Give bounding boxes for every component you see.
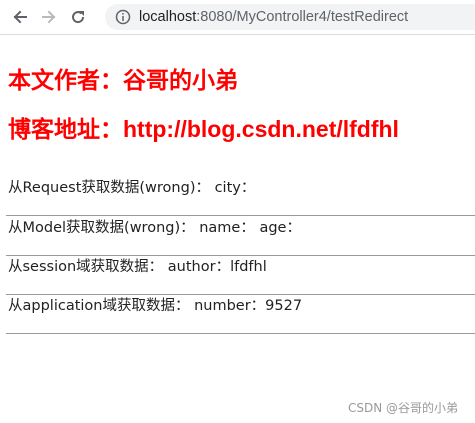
divider [6,294,475,295]
data-row-application: 从application域获取数据： number：9527 [6,296,475,334]
csdn-watermark: CSDN @谷哥的小弟 [347,401,458,415]
row-text: 从session域获取数据： author：lfdfhl [8,259,267,275]
blog-heading: 博客地址：http://blog.csdn.net/lfdfhl [8,116,399,142]
back-button[interactable] [9,6,31,28]
forward-arrow-icon [42,10,56,24]
reload-button[interactable] [67,6,89,28]
url-text: localhost:8080/MyController4/testRedirec… [139,9,408,25]
author-heading: 本文作者：谷哥的小弟 [8,67,238,93]
row-text: 从application域获取数据： number：9527 [8,298,303,314]
url-path: :8080/MyController4/testRedirect [196,9,409,25]
row-text: 从Model获取数据(wrong)： name： age： [8,220,301,236]
divider [6,255,475,256]
data-row-session: 从session域获取数据： author：lfdfhl [6,257,475,295]
data-row-request: 从Request获取数据(wrong)： city： [6,178,475,216]
site-info-icon[interactable] [115,9,131,25]
forward-button[interactable] [38,6,60,28]
address-bar[interactable]: localhost:8080/MyController4/testRedirec… [105,4,475,30]
row-text: 从Request获取数据(wrong)： city： [8,180,256,196]
data-row-model: 从Model获取数据(wrong)： name： age： [6,218,475,256]
back-arrow-icon [13,10,27,24]
divider [6,215,475,216]
divider [6,333,475,334]
reload-icon [72,11,85,24]
url-host: localhost [139,9,197,25]
browser-toolbar: localhost:8080/MyController4/testRedirec… [0,0,475,35]
